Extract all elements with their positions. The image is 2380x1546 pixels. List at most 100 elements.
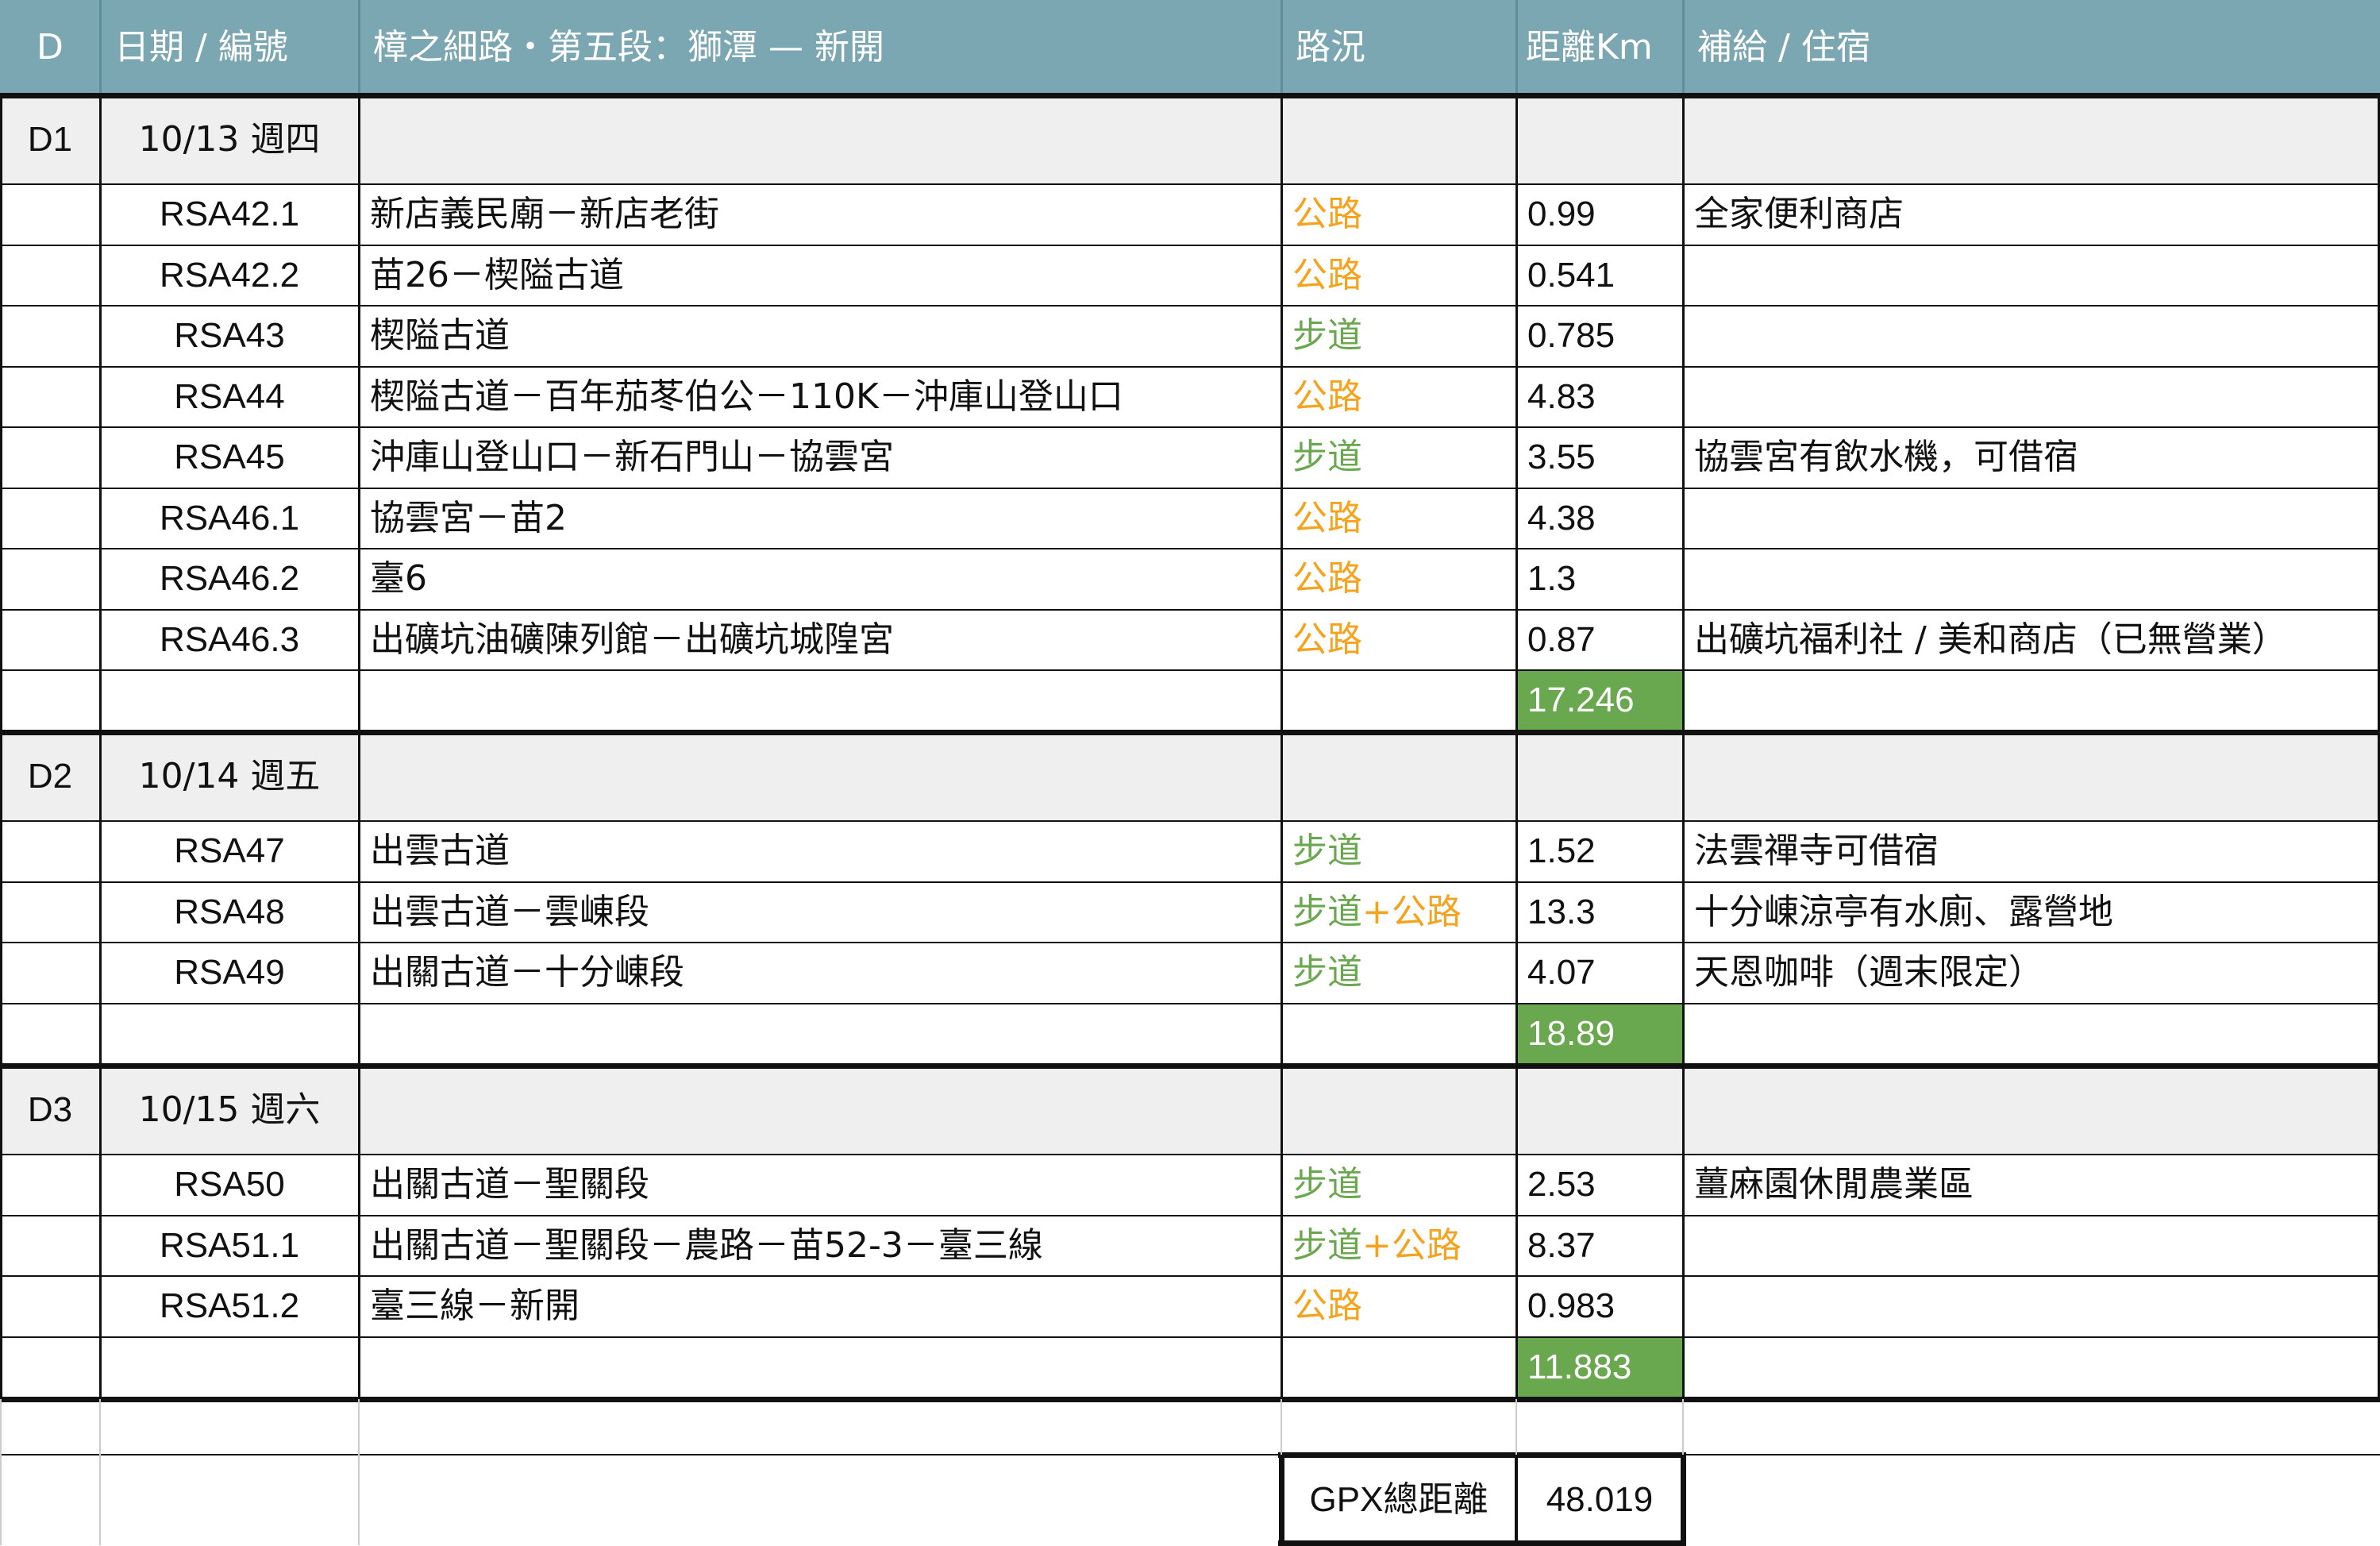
day-row-cell[interactable] bbox=[1281, 1066, 1516, 1155]
header-date-code[interactable]: 日期 / 編號 bbox=[100, 0, 359, 95]
segment-distance[interactable]: 13.3 bbox=[1516, 882, 1683, 943]
segment-condition[interactable]: 公路 bbox=[1281, 1276, 1516, 1337]
blank-cell[interactable] bbox=[0, 184, 100, 245]
day-date[interactable]: 10/14 週五 bbox=[100, 732, 359, 821]
blank-cell[interactable] bbox=[359, 1455, 1281, 1545]
blank-cell[interactable] bbox=[0, 1399, 100, 1455]
blank-cell[interactable] bbox=[0, 488, 100, 549]
segment-distance[interactable]: 1.3 bbox=[1516, 549, 1683, 610]
blank-cell[interactable] bbox=[0, 1337, 100, 1398]
blank-cell[interactable] bbox=[100, 1399, 359, 1455]
grand-total-value[interactable]: 48.019 bbox=[1516, 1455, 1683, 1545]
blank-cell[interactable] bbox=[0, 367, 100, 428]
segment-route[interactable]: 苗26－楔隘古道 bbox=[359, 245, 1281, 307]
blank-cell[interactable] bbox=[0, 1216, 100, 1277]
segment-route[interactable]: 沖庫山登山口－新石門山－協雲宮 bbox=[359, 427, 1281, 488]
segment-distance[interactable]: 0.87 bbox=[1516, 610, 1683, 671]
blank-cell[interactable] bbox=[0, 670, 100, 731]
segment-supply[interactable]: 法雲禪寺可借宿 bbox=[1683, 821, 2380, 882]
segment-condition[interactable]: 步道 bbox=[1281, 306, 1516, 367]
segment-supply[interactable] bbox=[1683, 367, 2380, 428]
blank-cell[interactable] bbox=[0, 882, 100, 943]
segment-code[interactable]: RSA47 bbox=[100, 821, 359, 882]
segment-route[interactable]: 出雲古道－雲崠段 bbox=[359, 882, 1281, 943]
day-label[interactable]: D1 bbox=[0, 95, 100, 184]
segment-supply[interactable] bbox=[1683, 1276, 2380, 1337]
segment-code[interactable]: RSA49 bbox=[100, 943, 359, 1004]
segment-distance[interactable]: 0.541 bbox=[1516, 245, 1683, 307]
segment-condition[interactable]: 步道 + 公路 bbox=[1281, 882, 1516, 943]
segment-condition[interactable]: 公路 bbox=[1281, 549, 1516, 610]
segment-route[interactable]: 臺6 bbox=[359, 549, 1281, 610]
day-row-cell[interactable] bbox=[1683, 1066, 2380, 1155]
blank-cell[interactable] bbox=[1516, 1399, 1683, 1455]
blank-cell[interactable] bbox=[0, 1155, 100, 1216]
header-distance[interactable]: 距離Km bbox=[1516, 0, 1683, 95]
segment-distance[interactable]: 0.785 bbox=[1516, 306, 1683, 367]
day-label[interactable]: D2 bbox=[0, 732, 100, 821]
blank-cell[interactable] bbox=[0, 549, 100, 610]
day-row-cell[interactable] bbox=[1516, 732, 1683, 821]
blank-cell[interactable] bbox=[0, 1276, 100, 1337]
segment-supply[interactable]: 薑麻園休閒農業區 bbox=[1683, 1155, 2380, 1216]
segment-code[interactable]: RSA46.2 bbox=[100, 549, 359, 610]
segment-route[interactable]: 新店義民廟－新店老街 bbox=[359, 184, 1281, 245]
segment-condition[interactable]: 公路 bbox=[1281, 610, 1516, 671]
blank-cell[interactable] bbox=[359, 1337, 1281, 1398]
blank-cell[interactable] bbox=[1281, 1337, 1516, 1398]
blank-cell[interactable] bbox=[0, 306, 100, 367]
segment-condition[interactable]: 步道 bbox=[1281, 1155, 1516, 1216]
segment-condition[interactable]: 步道 bbox=[1281, 943, 1516, 1004]
segment-code[interactable]: RSA51.2 bbox=[100, 1276, 359, 1337]
segment-supply[interactable] bbox=[1683, 488, 2380, 549]
segment-code[interactable]: RSA50 bbox=[100, 1155, 359, 1216]
blank-cell[interactable] bbox=[0, 1004, 100, 1065]
segment-condition[interactable]: 公路 bbox=[1281, 245, 1516, 307]
segment-condition[interactable]: 公路 bbox=[1281, 367, 1516, 428]
blank-cell[interactable] bbox=[1281, 1399, 1516, 1455]
day-total-distance[interactable]: 17.246 bbox=[1516, 670, 1683, 731]
blank-cell[interactable] bbox=[100, 670, 359, 731]
day-label[interactable]: D3 bbox=[0, 1066, 100, 1155]
segment-supply[interactable]: 出礦坑福利社 / 美和商店（已無營業） bbox=[1683, 610, 2380, 671]
segment-distance[interactable]: 2.53 bbox=[1516, 1155, 1683, 1216]
blank-cell[interactable] bbox=[100, 1337, 359, 1398]
blank-cell[interactable] bbox=[0, 610, 100, 671]
segment-code[interactable]: RSA46.3 bbox=[100, 610, 359, 671]
segment-distance[interactable]: 4.83 bbox=[1516, 367, 1683, 428]
segment-supply[interactable] bbox=[1683, 306, 2380, 367]
blank-cell[interactable] bbox=[359, 1004, 1281, 1065]
segment-route[interactable]: 協雲宮－苗2 bbox=[359, 488, 1281, 549]
segment-distance[interactable]: 0.99 bbox=[1516, 184, 1683, 245]
segment-code[interactable]: RSA46.1 bbox=[100, 488, 359, 549]
blank-cell[interactable] bbox=[1281, 1004, 1516, 1065]
segment-code[interactable]: RSA51.1 bbox=[100, 1216, 359, 1277]
segment-supply[interactable]: 十分崠涼亭有水廁、露營地 bbox=[1683, 882, 2380, 943]
segment-supply[interactable]: 全家便利商店 bbox=[1683, 184, 2380, 245]
day-date[interactable]: 10/15 週六 bbox=[100, 1066, 359, 1155]
segment-distance[interactable]: 1.52 bbox=[1516, 821, 1683, 882]
segment-condition[interactable]: 步道 bbox=[1281, 427, 1516, 488]
header-route[interactable]: 樟之細路・第五段：獅潭 — 新開 bbox=[359, 0, 1281, 95]
day-row-cell[interactable] bbox=[1516, 1066, 1683, 1155]
segment-distance[interactable]: 0.983 bbox=[1516, 1276, 1683, 1337]
segment-code[interactable]: RSA45 bbox=[100, 427, 359, 488]
blank-cell[interactable] bbox=[1683, 670, 2380, 731]
blank-cell[interactable] bbox=[1281, 670, 1516, 731]
day-row-cell[interactable] bbox=[359, 1066, 1281, 1155]
blank-cell[interactable] bbox=[1683, 1455, 2380, 1545]
segment-supply[interactable]: 協雲宮有飲水機，可借宿 bbox=[1683, 427, 2380, 488]
blank-cell[interactable] bbox=[0, 245, 100, 307]
segment-route[interactable]: 出關古道－十分崠段 bbox=[359, 943, 1281, 1004]
blank-cell[interactable] bbox=[359, 1399, 1281, 1455]
segment-distance[interactable]: 4.38 bbox=[1516, 488, 1683, 549]
segment-route[interactable]: 出礦坑油礦陳列館－出礦坑城隍宮 bbox=[359, 610, 1281, 671]
day-row-cell[interactable] bbox=[359, 95, 1281, 184]
segment-supply[interactable]: 天恩咖啡（週末限定） bbox=[1683, 943, 2380, 1004]
blank-cell[interactable] bbox=[1683, 1337, 2380, 1398]
day-total-distance[interactable]: 18.89 bbox=[1516, 1003, 1683, 1064]
segment-route[interactable]: 出雲古道 bbox=[359, 821, 1281, 882]
header-supply[interactable]: 補給 / 住宿 bbox=[1683, 0, 2380, 95]
segment-distance[interactable]: 8.37 bbox=[1516, 1216, 1683, 1277]
blank-cell[interactable] bbox=[100, 1004, 359, 1065]
